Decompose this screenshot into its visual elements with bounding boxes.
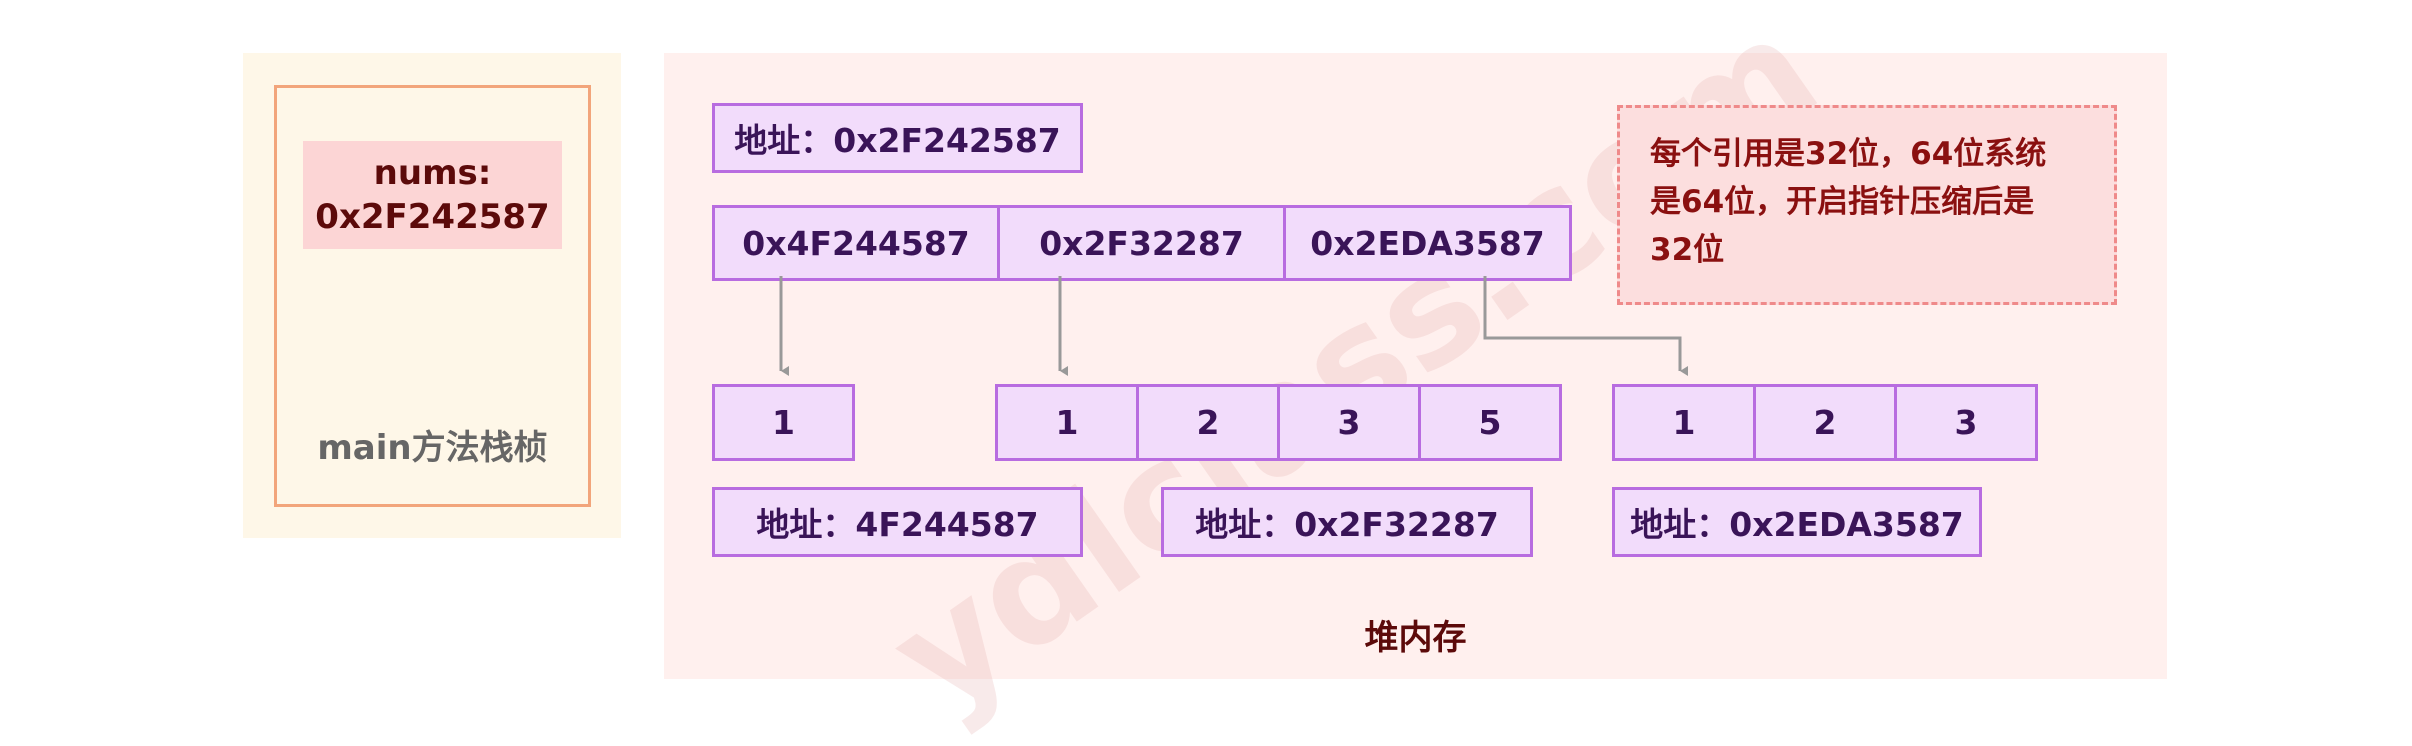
reference-arrows bbox=[779, 276, 1688, 376]
arrow-ref-2 bbox=[1483, 276, 1688, 376]
